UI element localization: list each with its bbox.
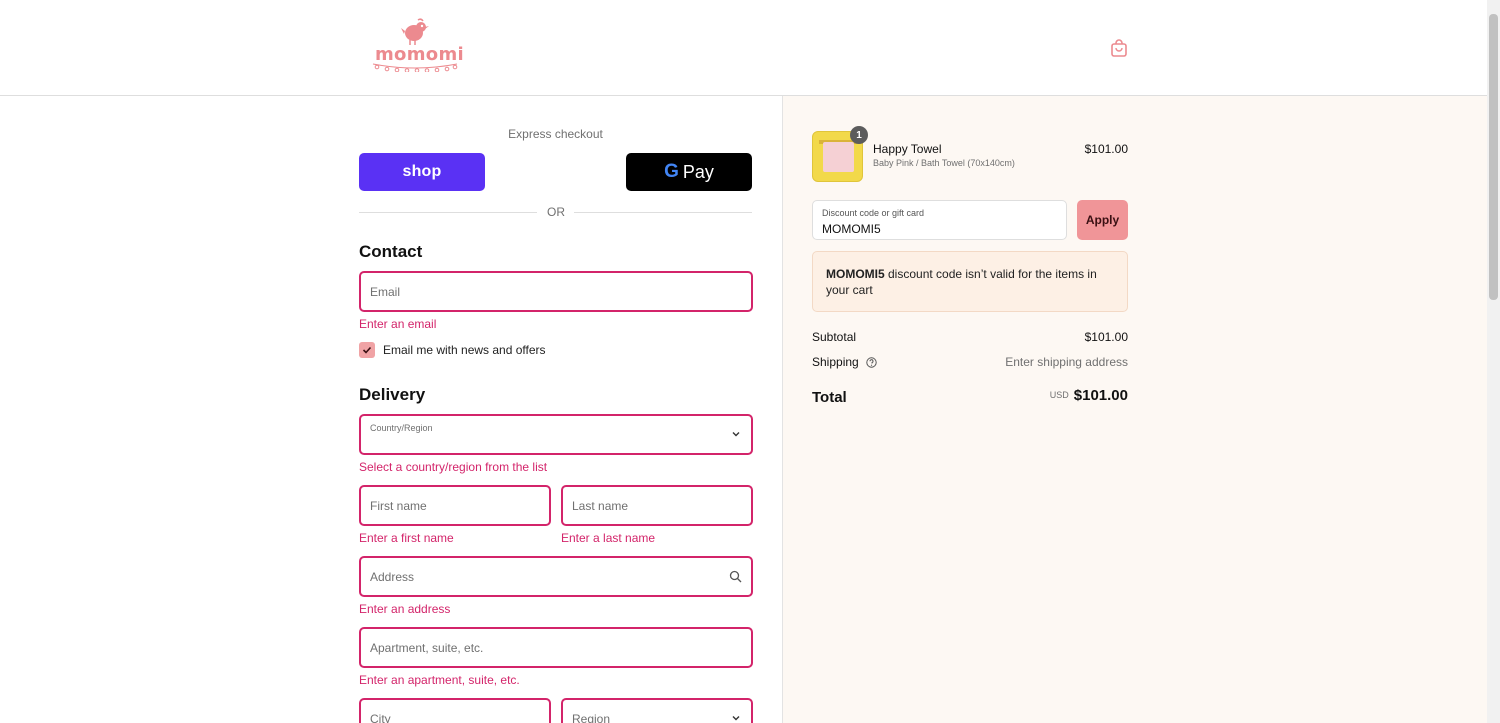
shopping-bag-icon[interactable] [1108, 38, 1130, 60]
apartment-error: Enter an apartment, suite, etc. [359, 673, 520, 687]
total-label: Total [812, 389, 847, 406]
newsletter-checkbox[interactable] [359, 342, 375, 358]
product-name: Happy Towel [873, 142, 942, 156]
quantity-badge: 1 [850, 126, 868, 144]
product-variant: Baby Pink / Bath Towel (70x140cm) [873, 158, 1015, 168]
city-field[interactable] [359, 698, 551, 723]
last-name-field[interactable] [561, 485, 753, 526]
thumbnail-towel [823, 142, 854, 172]
divider-left [359, 212, 537, 213]
discount-field[interactable]: Discount code or gift card [812, 200, 1067, 240]
chevron-down-icon [732, 716, 740, 721]
region-select[interactable] [561, 698, 753, 723]
apartment-field[interactable] [359, 627, 753, 668]
scrollbar-thumb[interactable] [1489, 14, 1498, 300]
first-name-input[interactable] [361, 487, 549, 524]
email-input[interactable] [361, 273, 751, 310]
checkmark-icon [362, 346, 372, 354]
search-icon [729, 570, 742, 583]
first-name-error: Enter a first name [359, 531, 454, 545]
apply-discount-button[interactable]: Apply [1077, 200, 1128, 240]
product-price: $101.00 [1084, 142, 1128, 156]
help-icon[interactable] [866, 357, 877, 368]
order-summary-panel [782, 96, 1487, 723]
address-field[interactable] [359, 556, 753, 597]
shipping-label: Shipping [812, 355, 859, 369]
shipping-value: Enter shipping address [1005, 355, 1128, 369]
region-input[interactable] [563, 700, 751, 723]
shop-pay-button[interactable]: shop [359, 153, 485, 191]
city-input[interactable] [361, 700, 549, 723]
express-checkout-label: Express checkout [508, 127, 603, 141]
google-pay-button[interactable]: G Pay [626, 153, 752, 191]
apartment-input[interactable] [361, 629, 751, 666]
shipping-row: Shipping [812, 355, 877, 369]
country-error: Select a country/region from the list [359, 460, 548, 474]
bird-icon [401, 18, 429, 45]
or-divider-label: OR [547, 205, 565, 219]
contact-heading: Contact [359, 242, 423, 261]
discount-input[interactable] [813, 201, 1066, 239]
last-name-error: Enter a last name [561, 531, 656, 545]
checkout-page: momomi Express checkout shop G Pay OR Co… [0, 0, 1500, 723]
address-input[interactable] [361, 558, 751, 595]
google-pay-label: Pay [682, 161, 714, 182]
logo[interactable]: momomi [369, 18, 464, 74]
email-error: Enter an email [359, 317, 437, 331]
notice-code: MOMOMI5 [826, 267, 885, 281]
google-g-icon: G [664, 161, 679, 182]
scrollbar[interactable] [1487, 0, 1500, 723]
newsletter-label: Email me with news and offers [383, 343, 546, 357]
first-name-field[interactable] [359, 485, 551, 526]
logo-ornament [372, 63, 458, 72]
currency-code: USD [1049, 390, 1069, 400]
subtotal-value: $101.00 [1084, 330, 1128, 344]
chevron-down-icon [732, 432, 740, 437]
divider-right [574, 212, 752, 213]
email-field[interactable] [359, 271, 753, 312]
subtotal-label: Subtotal [812, 330, 857, 344]
newsletter-row[interactable]: Email me with news and offers [359, 342, 546, 358]
total-amount: $101.00 [1073, 387, 1128, 404]
total-value: USD $101.00 [928, 387, 1128, 405]
discount-error-notice: MOMOMI5 discount code isn’t valid for th… [812, 251, 1128, 312]
delivery-heading: Delivery [359, 385, 426, 404]
last-name-input[interactable] [563, 487, 751, 524]
header: momomi [0, 0, 1487, 96]
country-label: Country/Region [370, 423, 433, 433]
country-select[interactable]: Country/Region [359, 414, 753, 455]
shop-pay-label: shop [402, 163, 442, 180]
address-error: Enter an address [359, 602, 451, 616]
